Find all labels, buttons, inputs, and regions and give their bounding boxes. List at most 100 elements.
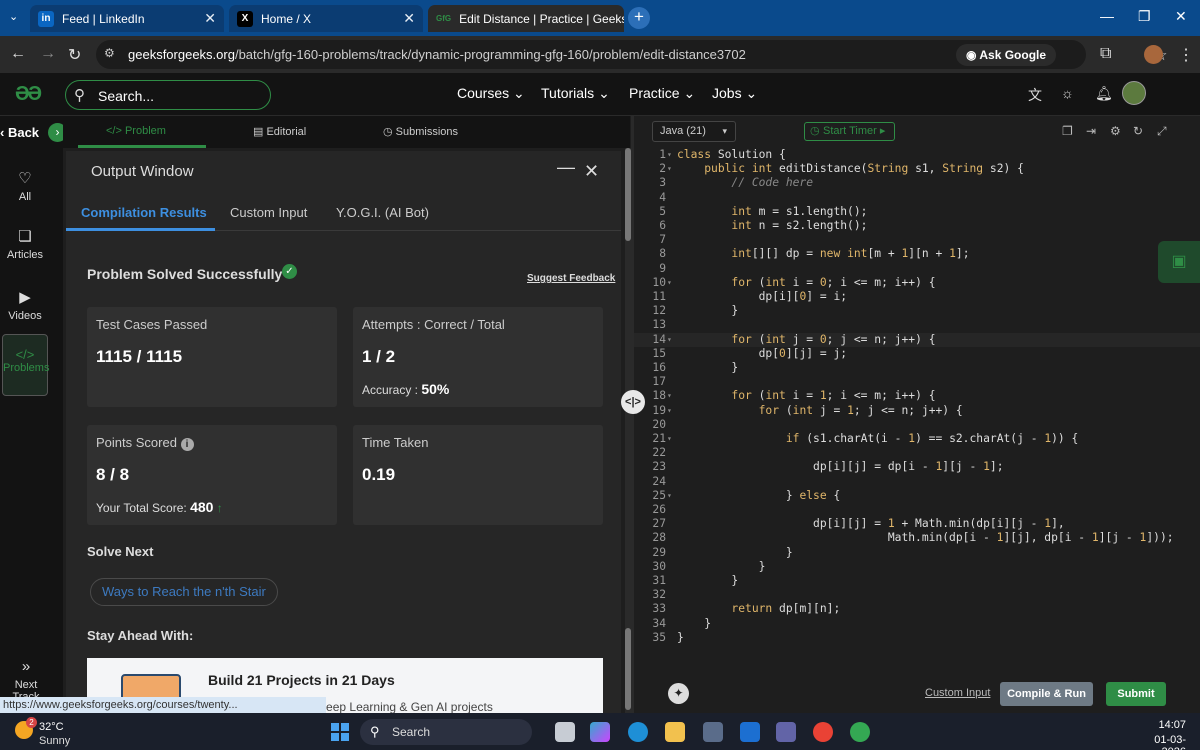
- more-menu-icon[interactable]: ⋮: [1178, 45, 1194, 65]
- start-timer-button[interactable]: ◷ Start Timer ▸: [804, 122, 895, 141]
- back-arrow-icon[interactable]: ←: [10, 45, 26, 63]
- code-line[interactable]: 29 }: [634, 546, 1200, 560]
- compile-run-button[interactable]: Compile & Run: [1000, 682, 1093, 706]
- code-line[interactable]: 2 ▾ public int editDistance(String s1, St…: [634, 162, 1200, 176]
- new-tab-button[interactable]: +: [628, 7, 650, 29]
- close-icon[interactable]: ✕: [584, 161, 599, 182]
- tab-yogi-ai-bot[interactable]: Y.O.G.I. (AI Bot): [336, 205, 429, 220]
- tab-custom-input[interactable]: Custom Input: [230, 205, 307, 220]
- code-line[interactable]: 28 Math.min(dp[i - 1][j], dp[i - 1][j - …: [634, 531, 1200, 545]
- code-line[interactable]: 17: [634, 375, 1200, 389]
- nav-practice[interactable]: Practice ⌄: [629, 85, 695, 102]
- settings-gear-icon[interactable]: ⚙: [1110, 124, 1121, 138]
- fold-arrow-icon[interactable]: ▾: [667, 162, 672, 176]
- fold-arrow-icon[interactable]: ▾: [667, 276, 672, 290]
- code-area[interactable]: 1 ▾ class Solution {2 ▾ public int editDist…: [634, 148, 1200, 658]
- minimize-icon[interactable]: —: [557, 157, 575, 178]
- minimize-icon[interactable]: —: [1100, 8, 1114, 24]
- maximize-icon[interactable]: ❐: [1138, 8, 1151, 25]
- translate-icon[interactable]: 文: [1028, 85, 1042, 105]
- tab-list-chevron-icon[interactable]: ⌄: [9, 10, 18, 23]
- notifications-bell-icon[interactable]: 🔔︎: [1095, 85, 1113, 102]
- task-view-icon[interactable]: [555, 722, 575, 742]
- fold-arrow-icon[interactable]: ▾: [667, 489, 672, 503]
- code-line[interactable]: 7: [634, 233, 1200, 247]
- code-line[interactable]: 3 // Code here: [634, 176, 1200, 190]
- code-line[interactable]: 18 ▾ for (int i = 1; i <= m; i++) {: [634, 389, 1200, 403]
- custom-input-link[interactable]: Custom Input: [925, 687, 990, 699]
- url-field[interactable]: ⚙ geeksforgeeks.org/batch/gfg-160-proble…: [96, 40, 1167, 69]
- rail-item-articles[interactable]: ❏ Articles: [0, 227, 50, 261]
- copy-icon[interactable]: ❐: [1062, 124, 1073, 138]
- code-line[interactable]: 35}: [634, 631, 1200, 645]
- taskbar-search[interactable]: ⚲ Search: [360, 719, 532, 745]
- fold-arrow-icon[interactable]: ▾: [667, 404, 672, 418]
- info-icon[interactable]: i: [180, 438, 194, 451]
- rail-item-all[interactable]: ♡ All: [0, 169, 50, 203]
- copilot-icon[interactable]: [590, 722, 610, 742]
- profile-avatar[interactable]: [1144, 45, 1163, 64]
- code-line[interactable]: 4: [634, 191, 1200, 205]
- close-icon[interactable]: ✕: [204, 10, 216, 27]
- language-select[interactable]: Java (21) ▾: [652, 121, 736, 142]
- code-line[interactable]: 16 }: [634, 361, 1200, 375]
- chrome-icon[interactable]: [813, 722, 833, 742]
- fold-arrow-icon[interactable]: ▾: [667, 148, 672, 162]
- next-problem-button[interactable]: Ways to Reach the n'th Stair: [90, 578, 278, 606]
- fold-arrow-icon[interactable]: ▾: [667, 333, 672, 347]
- code-line[interactable]: 13: [634, 318, 1200, 332]
- tab-editorial[interactable]: ▤ Editorial: [253, 125, 306, 138]
- tab-compilation-results[interactable]: Compilation Results: [81, 205, 207, 220]
- back-link[interactable]: ‹ Back: [0, 125, 39, 140]
- forward-arrow-icon[interactable]: →: [40, 45, 56, 63]
- close-icon[interactable]: ✕: [403, 10, 415, 27]
- tab-x[interactable]: X Home / X ✕: [229, 5, 423, 32]
- ask-google-button[interactable]: ◉ Ask Google: [956, 44, 1057, 66]
- code-line[interactable]: 26: [634, 503, 1200, 517]
- chat-icon[interactable]: ▣: [1158, 241, 1200, 283]
- code-line[interactable]: 15 dp[0][j] = j;: [634, 347, 1200, 361]
- code-line[interactable]: 34 }: [634, 617, 1200, 631]
- code-line[interactable]: 24: [634, 475, 1200, 489]
- code-line[interactable]: 21 ▾ if (s1.charAt(i - 1) == s2.charAt(j …: [634, 432, 1200, 446]
- tab-linkedin[interactable]: in Feed | LinkedIn ✕: [30, 5, 224, 32]
- suggest-feedback-link[interactable]: Suggest Feedback: [527, 273, 615, 284]
- window-close-icon[interactable]: ✕: [1175, 8, 1187, 25]
- fullscreen-icon[interactable]: ⤢: [1157, 124, 1167, 139]
- extensions-icon[interactable]: ⧉: [1100, 45, 1111, 63]
- avatar[interactable]: [1122, 81, 1146, 105]
- code-line[interactable]: 5 int m = s1.length();: [634, 205, 1200, 219]
- code-line[interactable]: 32: [634, 588, 1200, 602]
- tab-geeksforgeeks[interactable]: GfG Edit Distance | Practice | Geeksf: [428, 5, 624, 32]
- theme-toggle-icon[interactable]: ☼: [1061, 85, 1074, 101]
- edge-icon[interactable]: [628, 722, 648, 742]
- code-line[interactable]: 10 ▾ for (int i = 0; i <= m; i++) {: [634, 276, 1200, 290]
- code-line[interactable]: 9: [634, 262, 1200, 276]
- code-line[interactable]: 23 dp[i][j] = dp[i - 1][j - 1];: [634, 460, 1200, 474]
- outlook-icon[interactable]: [740, 722, 760, 742]
- gfg-logo[interactable]: ƏƏ: [15, 83, 42, 106]
- code-line[interactable]: 33 return dp[m][n];: [634, 602, 1200, 616]
- code-line[interactable]: 11 dp[i][0] = i;: [634, 290, 1200, 304]
- lightbulb-icon[interactable]: ✦: [668, 683, 689, 704]
- code-line[interactable]: 12 }: [634, 304, 1200, 318]
- tab-submissions[interactable]: ◷ Submissions: [383, 125, 458, 138]
- site-info-icon[interactable]: ⚙: [104, 46, 115, 60]
- code-line[interactable]: 8 int[][] dp = new int[m + 1][n + 1];: [634, 247, 1200, 261]
- reset-icon[interactable]: ⇥: [1086, 124, 1096, 138]
- store-icon[interactable]: [703, 722, 723, 742]
- fold-arrow-icon[interactable]: ▾: [667, 389, 672, 403]
- code-line[interactable]: 30 }: [634, 560, 1200, 574]
- split-resize-handle[interactable]: <|>: [621, 390, 645, 414]
- tab-problem[interactable]: </> Problem: [106, 125, 166, 137]
- rail-item-problems[interactable]: </> Problems: [2, 334, 49, 396]
- code-line[interactable]: 6 int n = s2.length();: [634, 219, 1200, 233]
- search-input[interactable]: ⚲ Search...: [65, 80, 271, 110]
- code-line[interactable]: 31 }: [634, 574, 1200, 588]
- code-line[interactable]: 22: [634, 446, 1200, 460]
- code-line[interactable]: 19 ▾ for (int j = 1; j <= n; j++) {: [634, 404, 1200, 418]
- code-line[interactable]: 27 dp[i][j] = 1 + Math.min(dp[i][j - 1],: [634, 517, 1200, 531]
- chrome-profile-icon[interactable]: [850, 722, 870, 742]
- code-line[interactable]: 25 ▾ } else {: [634, 489, 1200, 503]
- reload-icon[interactable]: ↻: [68, 45, 81, 65]
